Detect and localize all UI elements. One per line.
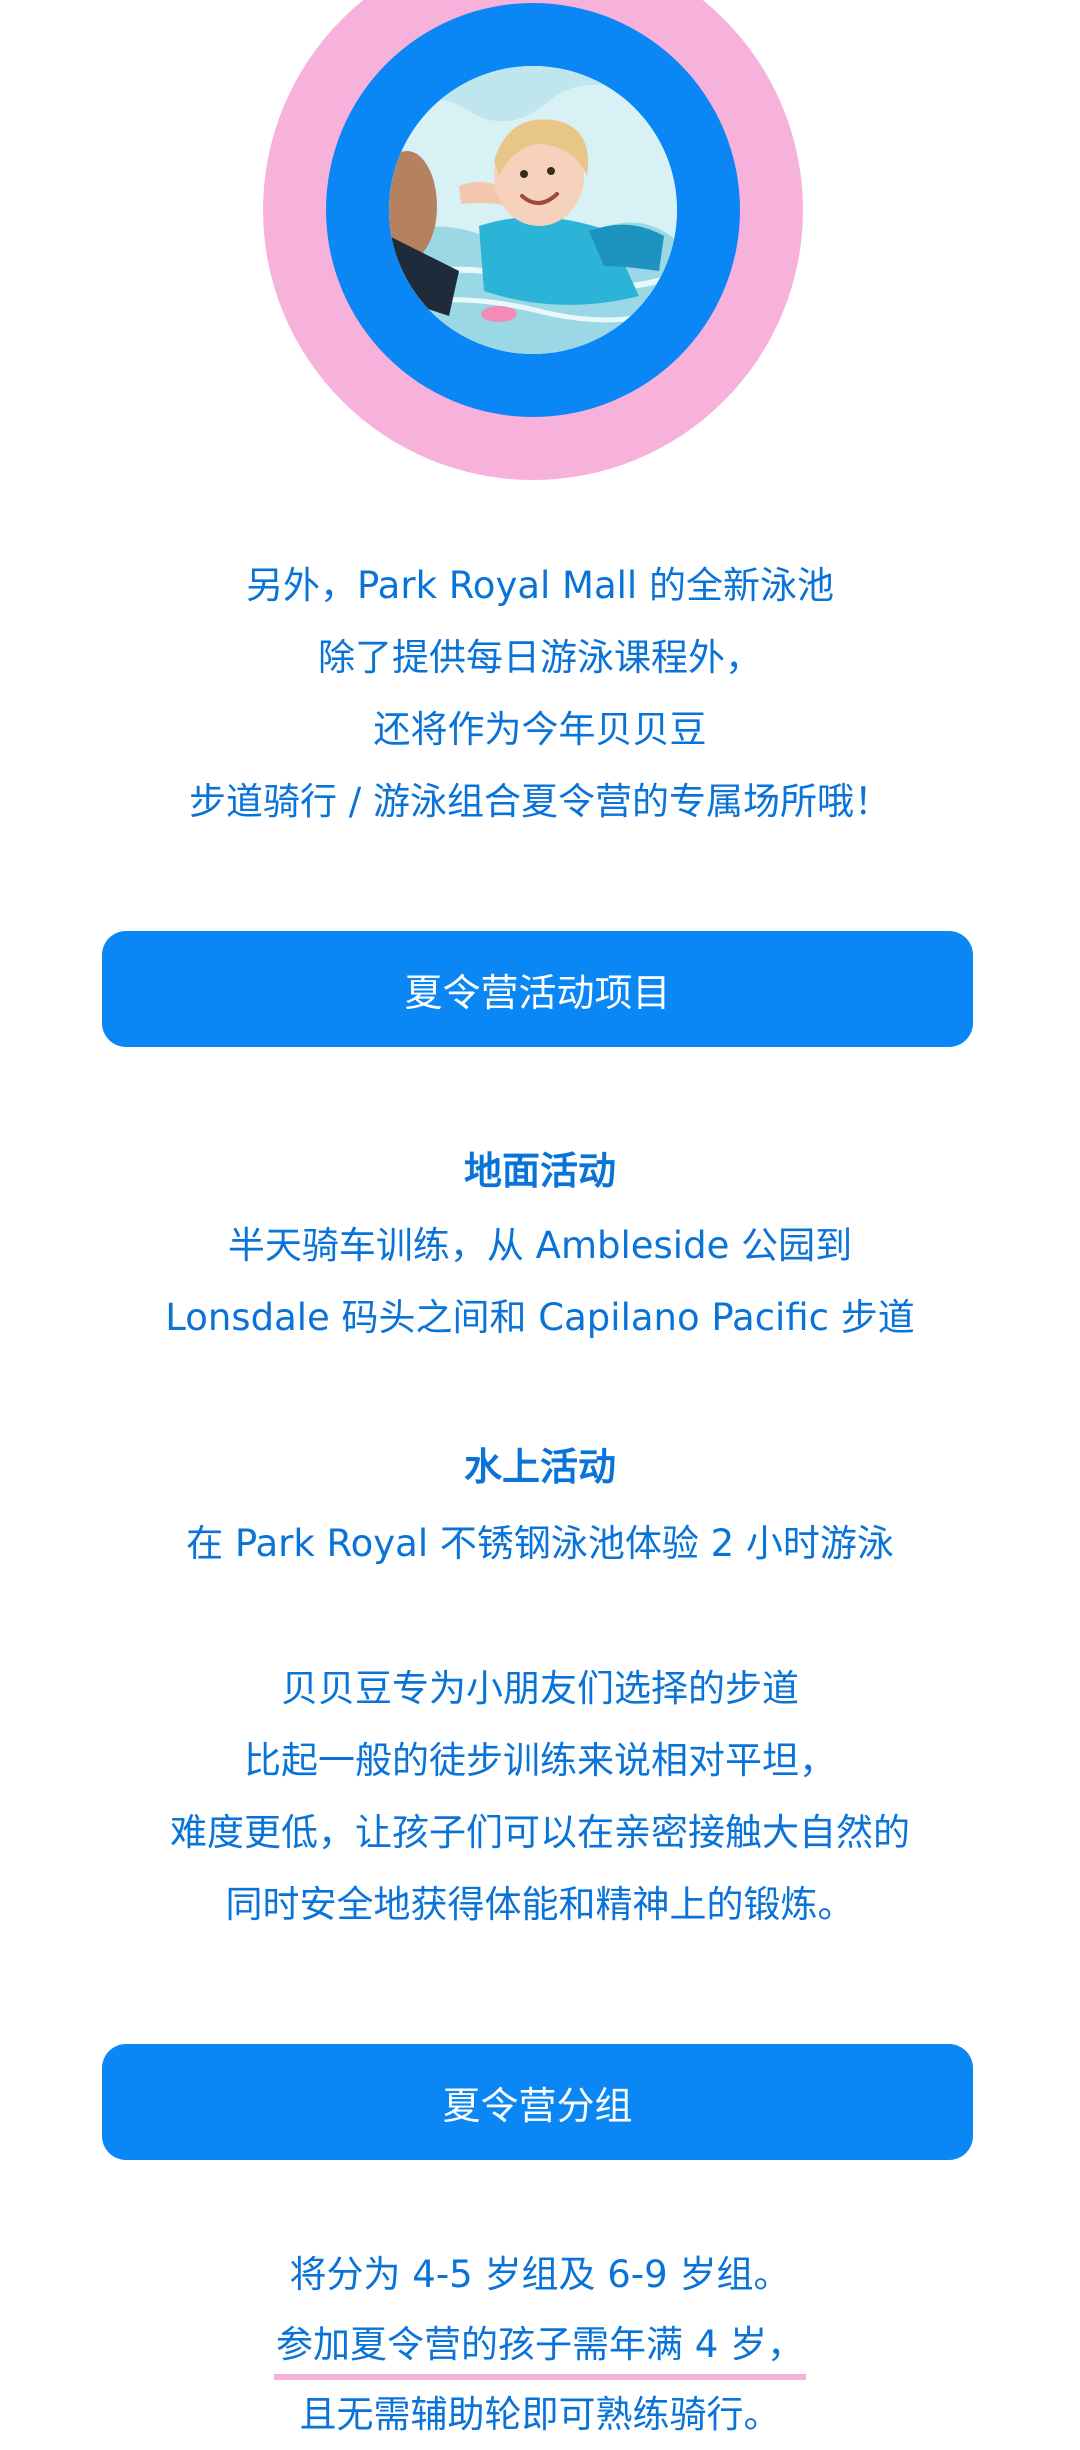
intro-line: 步道骑行 / 游泳组合夏令营的专属场所哦！ (189, 780, 891, 823)
water-activities-title: 水上活动 (463, 1445, 616, 1489)
water-line: 在 Park Royal 不锈钢泳池体验 2 小时游泳 (186, 1522, 894, 1565)
description-line: 贝贝豆专为小朋友们选择的步道 (281, 1667, 799, 1710)
child-swimming-photo (389, 66, 677, 354)
ground-activities-text: 半天骑车训练，从 Ambleside 公园到 Lonsdale 码头之间和 Ca… (60, 1210, 1020, 1354)
groups-section-button[interactable]: 夏令营分组 (102, 2044, 973, 2160)
hero-image-ring (263, 0, 803, 480)
ground-line: 半天骑车训练，从 Ambleside 公园到 (227, 1224, 853, 1267)
description-line: 比起一般的徒步训练来说相对平坦， (244, 1739, 836, 1782)
water-activities-text: 在 Park Royal 不锈钢泳池体验 2 小时游泳 (60, 1508, 1020, 1580)
intro-line: 还将作为今年贝贝豆 (373, 708, 707, 751)
intro-line: 另外，Park Royal Mall 的全新泳池 (246, 564, 834, 607)
groups-age-requirement: 参加夏令营的孩子需年满 4 岁， (273, 2316, 807, 2380)
trail-description-paragraph: 贝贝豆专为小朋友们选择的步道 比起一般的徒步训练来说相对平坦， 难度更低，让孩子… (60, 1653, 1020, 1941)
groups-line: 且无需辅助轮即可熟练骑行。 (299, 2393, 781, 2436)
hero-inner-ring (326, 3, 740, 417)
groups-line: 将分为 4-5 岁组及 6-9 岁组。 (289, 2253, 791, 2296)
ground-activities-title: 地面活动 (463, 1149, 616, 1193)
description-line: 同时安全地获得体能和精神上的锻炼。 (225, 1883, 855, 1926)
intro-line: 除了提供每日游泳课程外， (318, 636, 762, 679)
activities-section-button[interactable]: 夏令营活动项目 (102, 931, 973, 1047)
ground-line: Lonsdale 码头之间和 Capilano Pacific 步道 (165, 1296, 915, 1339)
swimming-illustration (389, 66, 677, 354)
description-line: 难度更低，让孩子们可以在亲密接触大自然的 (170, 1811, 910, 1854)
groups-paragraph: 将分为 4-5 岁组及 6-9 岁组。 参加夏令营的孩子需年满 4 岁， 且无需… (60, 2240, 1020, 2450)
intro-paragraph: 另外，Park Royal Mall 的全新泳池 除了提供每日游泳课程外， 还将… (60, 550, 1020, 838)
groups-line-underlined-wrapper: 参加夏令营的孩子需年满 4 岁， (60, 2310, 1020, 2380)
